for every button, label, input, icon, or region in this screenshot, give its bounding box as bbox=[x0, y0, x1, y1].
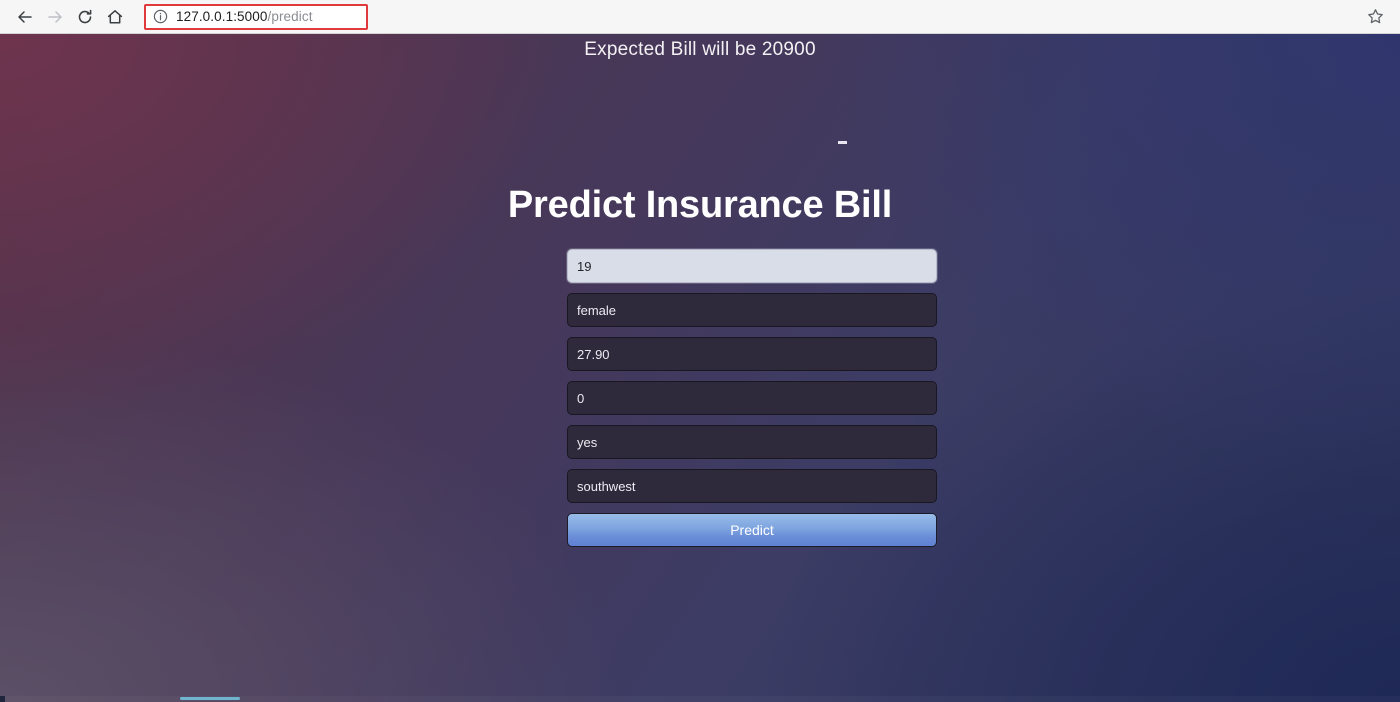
forward-button[interactable] bbox=[40, 2, 70, 32]
reload-button[interactable] bbox=[70, 2, 100, 32]
reload-icon bbox=[78, 9, 92, 23]
site-info-icon[interactable] bbox=[152, 9, 168, 25]
horizontal-scrollbar[interactable] bbox=[0, 696, 1400, 702]
age-input[interactable] bbox=[567, 249, 937, 283]
bookmark-button[interactable] bbox=[1358, 2, 1392, 32]
browser-toolbar: 127.0.0.1:5000/predict bbox=[0, 0, 1400, 34]
back-button[interactable] bbox=[10, 2, 40, 32]
page-title: Predict Insurance Bill bbox=[507, 184, 893, 226]
prediction-result-message: Expected Bill will be 20900 bbox=[584, 39, 816, 60]
info-circle-icon bbox=[153, 9, 167, 24]
predict-button[interactable]: Predict bbox=[567, 513, 937, 547]
separator-dash bbox=[838, 141, 847, 144]
address-bar[interactable]: 127.0.0.1:5000/predict bbox=[144, 3, 368, 30]
home-button[interactable] bbox=[100, 2, 130, 32]
sex-input[interactable] bbox=[567, 293, 937, 327]
back-arrow-icon bbox=[18, 10, 32, 23]
url-host: 127.0.0.1:5000 bbox=[176, 9, 268, 24]
bmi-input[interactable] bbox=[567, 337, 937, 371]
children-input[interactable] bbox=[567, 381, 937, 415]
scrollbar-thumb[interactable] bbox=[180, 697, 240, 700]
address-bar-url: 127.0.0.1:5000/predict bbox=[176, 9, 313, 24]
region-input[interactable] bbox=[567, 469, 937, 503]
forward-arrow-icon bbox=[48, 10, 62, 23]
web-page: Expected Bill will be 20900 Predict Insu… bbox=[0, 34, 1400, 702]
address-bar-box[interactable]: 127.0.0.1:5000/predict bbox=[144, 3, 368, 30]
url-path: /predict bbox=[267, 9, 313, 24]
smoker-input[interactable] bbox=[567, 425, 937, 459]
home-icon bbox=[107, 9, 123, 23]
prediction-form: Predict bbox=[567, 249, 937, 547]
star-icon bbox=[1367, 9, 1383, 24]
scrollbar-corner bbox=[0, 696, 5, 702]
